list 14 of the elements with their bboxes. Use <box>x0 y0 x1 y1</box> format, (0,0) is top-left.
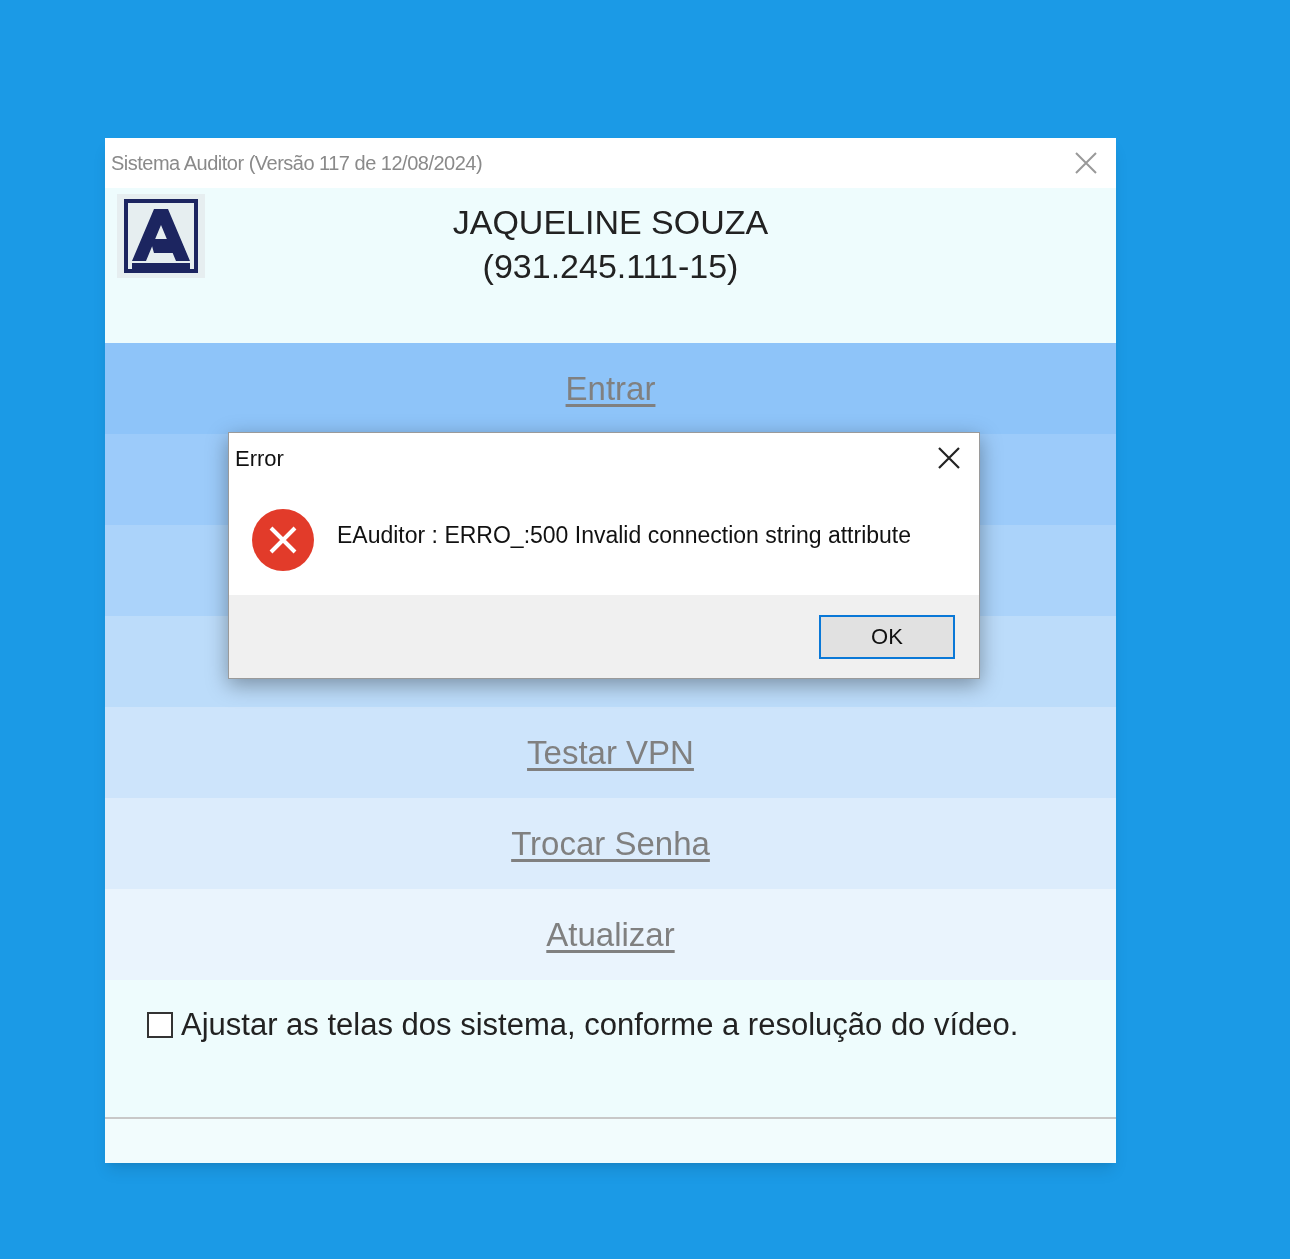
error-message: EAuditor : ERRO_:500 Invalid connection string attribute <box>337 521 912 550</box>
menu-link[interactable]: Entrar <box>565 363 656 414</box>
ok-button[interactable]: OK <box>819 614 955 659</box>
dialog-title: Error <box>235 444 284 473</box>
adjust-checkbox[interactable]: Ajustar as telas dos sistema, conforme a resolução do vídeo. <box>147 1002 1019 1049</box>
error-icon <box>251 508 315 572</box>
window-title: Sistema Auditor (Versão 117 de 12/08/2024) <box>111 151 483 176</box>
user-id: (931.245.111-15) <box>482 246 739 287</box>
menu-link[interactable]: Testar VPN <box>527 727 694 778</box>
user-name: JAQUELINE SOUZA <box>452 202 769 243</box>
menu-link[interactable]: Atualizar <box>546 909 675 960</box>
close-icon[interactable] <box>937 446 961 470</box>
menu-link[interactable]: Trocar Senha <box>511 818 710 869</box>
logo-icon <box>117 194 205 278</box>
